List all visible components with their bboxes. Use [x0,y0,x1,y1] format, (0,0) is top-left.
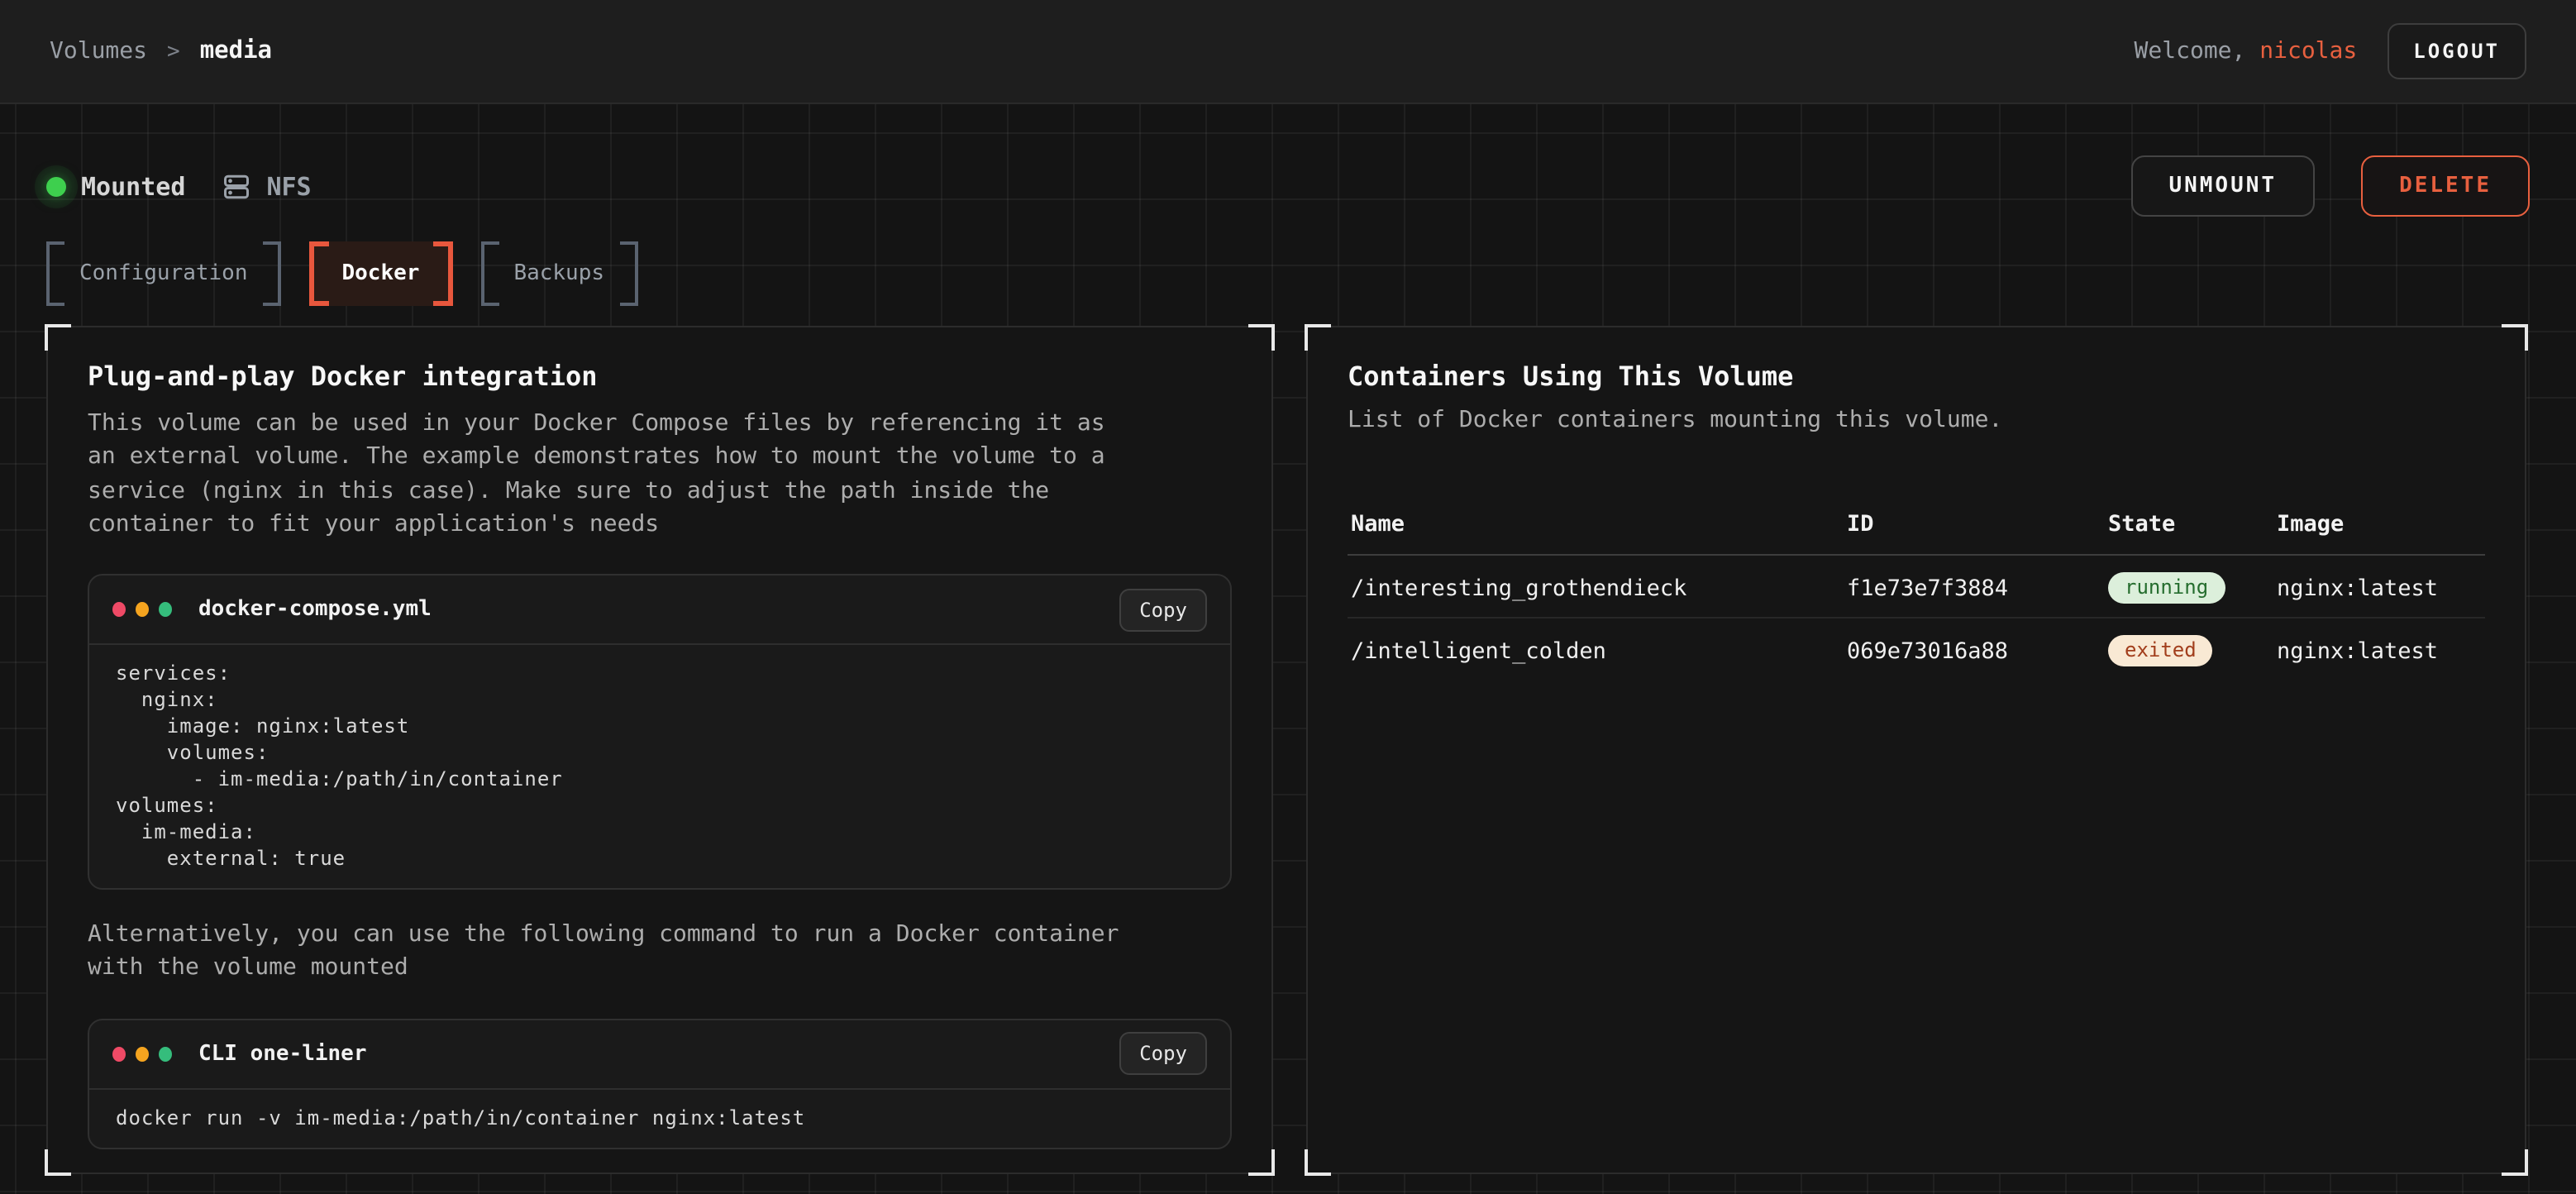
driver-label: NFS [266,171,311,201]
container-image: nginx:latest [2277,575,2482,601]
status-badge: exited [2108,635,2213,666]
status-row: Mounted NFS UNMOUNT DELETE [46,104,2530,217]
container-state: running [2108,572,2277,604]
column-header-name: Name [1351,511,1847,537]
containers-panel-title: Containers Using This Volume [1348,361,2485,392]
traffic-red-icon [112,1047,126,1062]
app-window: Volumes > media Welcome, nicolas LOGOUT … [0,0,2576,1194]
container-id: 069e73016a88 [1847,638,2108,664]
panel-corner-icon [45,1149,71,1176]
compose-code-content: services: nginx: image: nginx:latest vol… [89,645,1230,888]
containers-panel-subtitle: List of Docker containers mounting this … [1348,407,2485,433]
compose-filename: docker-compose.yml [198,597,432,622]
cli-filename: CLI one-liner [198,1042,367,1067]
cli-code-header: CLI one-liner Copy [89,1020,1230,1090]
panels-row: Plug-and-play Docker integration This vo… [46,326,2530,1174]
panel-corner-icon [1305,1149,1331,1176]
welcome-text: Welcome, nicolas [2135,38,2358,64]
breadcrumb-separator-icon: > [167,39,180,64]
logout-button[interactable]: LOGOUT [2387,23,2526,79]
table-row: /intelligent_colden 069e73016a88 exited … [1348,618,2485,681]
container-image: nginx:latest [2277,638,2482,664]
traffic-amber-icon [136,1047,149,1062]
cli-copy-button[interactable]: Copy [1119,1033,1207,1076]
docker-panel-description: This volume can be used in your Docker C… [88,407,1113,541]
containers-panel: Containers Using This Volume List of Doc… [1306,326,2526,1174]
panel-corner-icon [1305,324,1331,351]
compose-copy-button[interactable]: Copy [1119,588,1207,631]
panel-corner-icon [1248,324,1275,351]
cli-code-content: docker run -v im-media:/path/in/containe… [89,1090,1230,1148]
container-name: /intelligent_colden [1351,638,1847,664]
tab-docker[interactable]: Docker [309,241,453,306]
status-badge: running [2108,572,2225,604]
column-header-id: ID [1847,511,2108,537]
traffic-green-icon [159,602,172,617]
topbar-right: Welcome, nicolas LOGOUT [2135,23,2526,79]
traffic-lights-icon [112,602,172,617]
traffic-lights-icon [112,1047,172,1062]
main-content: Mounted NFS UNMOUNT DELETE Configurati [0,104,2576,1194]
panel-corner-icon [2502,324,2528,351]
panel-corner-icon [45,324,71,351]
cli-intro-text: Alternatively, you can use the following… [88,918,1162,985]
welcome-prefix: Welcome, [2135,38,2260,64]
server-stack-icon [222,171,251,201]
panel-corner-icon [2502,1149,2528,1176]
column-header-image: Image [2277,511,2482,537]
driver-status: NFS [222,171,311,201]
container-id: f1e73e7f3884 [1847,575,2108,601]
mounted-status-dot-icon [46,176,66,196]
username: nicolas [2259,38,2357,64]
compose-code-header: docker-compose.yml Copy [89,576,1230,645]
traffic-green-icon [159,1047,172,1062]
traffic-amber-icon [136,602,149,617]
compose-code-block: docker-compose.yml Copy services: nginx:… [88,574,1232,890]
tab-backups[interactable]: Backups [480,241,637,306]
container-name: /interesting_grothendieck [1351,575,1847,601]
tab-bar: Configuration Docker Backups [46,236,2530,311]
traffic-red-icon [112,602,126,617]
table-row: /interesting_grothendieck f1e73e7f3884 r… [1348,556,2485,618]
containers-table-header: Name ID State Image [1348,494,2485,556]
delete-button[interactable]: DELETE [2361,155,2530,217]
top-bar: Volumes > media Welcome, nicolas LOGOUT [0,0,2576,104]
mounted-status: Mounted [46,171,185,201]
breadcrumb-volumes-link[interactable]: Volumes [50,38,147,64]
cli-code-block: CLI one-liner Copy docker run -v im-medi… [88,1019,1232,1149]
breadcrumb-current-page: media [200,38,272,64]
tab-configuration[interactable]: Configuration [46,241,281,306]
panel-corner-icon [1248,1149,1275,1176]
docker-panel-title: Plug-and-play Docker integration [88,361,1232,392]
container-state: exited [2108,635,2277,666]
docker-integration-panel: Plug-and-play Docker integration This vo… [46,326,1273,1174]
breadcrumb: Volumes > media [50,38,272,64]
unmount-button[interactable]: UNMOUNT [2130,155,2315,217]
column-header-state: State [2108,511,2277,537]
containers-table: Name ID State Image /interesting_grothen… [1348,494,2485,681]
mounted-status-label: Mounted [81,171,185,201]
